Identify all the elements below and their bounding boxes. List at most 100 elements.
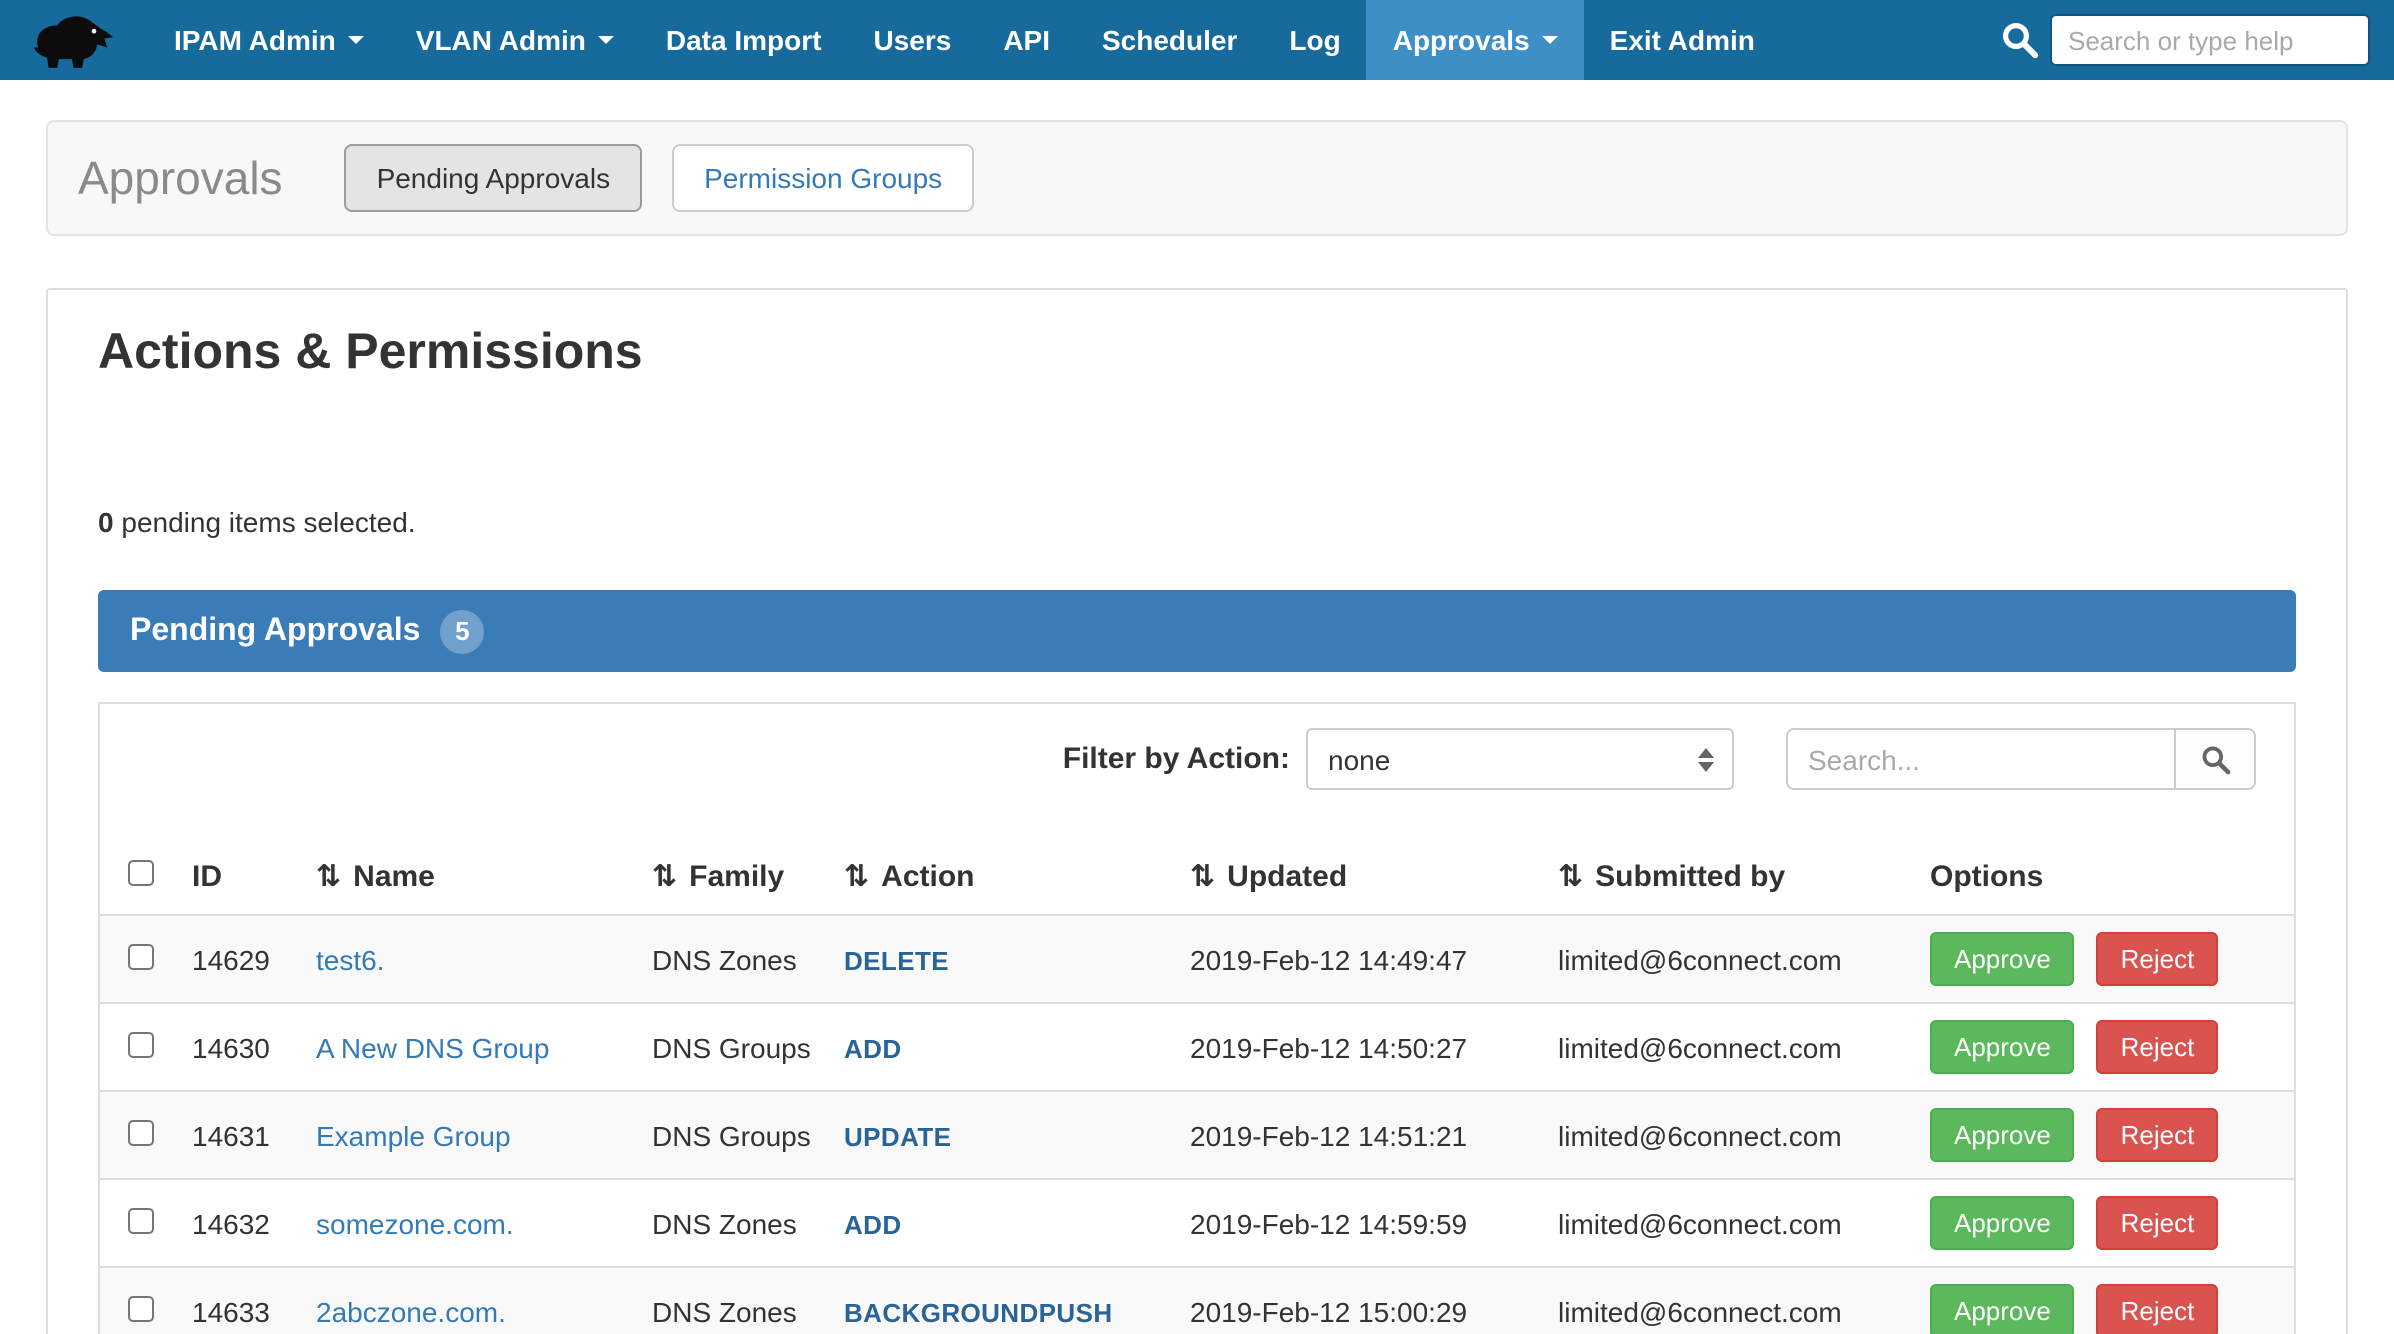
cell-submitted-by: limited@6connect.com [1538,1091,1910,1179]
cell-name-link[interactable]: somezone.com. [316,1207,514,1239]
cell-updated: 2019-Feb-12 14:50:27 [1170,1003,1538,1091]
nav-item-log[interactable]: Log [1263,0,1366,80]
nav-item-ipam-admin[interactable]: IPAM Admin [148,0,390,80]
cell-updated: 2019-Feb-12 14:51:21 [1170,1091,1538,1179]
approve-button[interactable]: Approve [1930,1196,2075,1250]
sort-icon: ⇅ [844,860,869,894]
cell-name-link[interactable]: test6. [316,943,385,975]
selected-count: 0 [98,506,114,538]
chevron-down-icon [1542,36,1558,44]
reject-button[interactable]: Reject [2097,932,2219,986]
table-row: 14629 test6. DNS Zones DELETE 2019-Feb-1… [100,915,2294,1003]
nav-menu: IPAM Admin VLAN Admin Data Import Users … [148,0,1781,80]
approve-button[interactable]: Approve [1930,1284,2075,1334]
navbar-spacer [1781,0,2000,80]
cell-action: UPDATE [844,1121,951,1151]
nav-item-users[interactable]: Users [847,0,977,80]
column-header-submitted-by[interactable]: ⇅Submitted by [1538,842,1910,915]
cell-updated: 2019-Feb-12 14:49:47 [1170,915,1538,1003]
reject-button[interactable]: Reject [2097,1284,2219,1334]
filter-action-select[interactable]: none [1306,728,1734,790]
provision-rhino-logo[interactable] [28,0,116,80]
permission-groups-tab-button[interactable]: Permission Groups [672,144,974,212]
pending-approvals-header: Pending Approvals 5 [98,590,2296,672]
selected-count-text: pending items selected. [121,506,415,538]
cell-id: 14629 [172,915,296,1003]
table-row: 14631 Example Group DNS Groups UPDATE 20… [100,1091,2294,1179]
pending-approvals-table: ID ⇅Name ⇅Family ⇅Action ⇅Updated ⇅Submi… [100,842,2294,1334]
nav-item-api[interactable]: API [977,0,1076,80]
column-header-name[interactable]: ⇅Name [296,842,632,915]
table-row: 14632 somezone.com. DNS Zones ADD 2019-F… [100,1179,2294,1267]
cell-action: ADD [844,1033,902,1063]
search-icon [2000,20,2040,60]
nav-item-label: Users [873,24,951,56]
nav-item-label: Scheduler [1102,24,1237,56]
table-search-button[interactable] [2176,728,2256,790]
page-section-title: Approvals [78,151,283,205]
top-navbar: IPAM Admin VLAN Admin Data Import Users … [0,0,2394,80]
approvals-subheader: Approvals Pending Approvals Permission G… [46,120,2348,236]
global-search-input[interactable] [2050,14,2370,66]
cell-id: 14633 [172,1267,296,1334]
row-checkbox[interactable] [128,1119,154,1145]
nav-item-data-import[interactable]: Data Import [640,0,848,80]
cell-id: 14632 [172,1179,296,1267]
column-header-id[interactable]: ID [172,842,296,915]
select-all-checkbox[interactable] [128,859,154,885]
filter-bar: Filter by Action: none [100,704,2294,814]
column-header-updated[interactable]: ⇅Updated [1170,842,1538,915]
table-row: 14630 A New DNS Group DNS Groups ADD 201… [100,1003,2294,1091]
cell-submitted-by: limited@6connect.com [1538,1267,1910,1334]
cell-family: DNS Zones [632,915,824,1003]
nav-item-scheduler[interactable]: Scheduler [1076,0,1263,80]
table-search-input[interactable] [1786,728,2176,790]
search-icon [2199,743,2231,775]
cell-submitted-by: limited@6connect.com [1538,1179,1910,1267]
reject-button[interactable]: Reject [2097,1196,2219,1250]
table-header-row: ID ⇅Name ⇅Family ⇅Action ⇅Updated ⇅Submi… [100,842,2294,915]
filter-action-selected-value: none [1328,743,1390,775]
approve-button[interactable]: Approve [1930,1020,2075,1074]
page-title: Actions & Permissions [98,322,2296,382]
reject-button[interactable]: Reject [2097,1020,2219,1074]
cell-name-link[interactable]: Example Group [316,1119,511,1151]
nav-item-label: IPAM Admin [174,24,336,56]
cell-name-link[interactable]: 2abczone.com. [316,1295,506,1327]
nav-item-label: Log [1289,24,1340,56]
rhino-logo-icon [28,10,116,70]
cell-id: 14630 [172,1003,296,1091]
cell-id: 14631 [172,1091,296,1179]
approve-button[interactable]: Approve [1930,1108,2075,1162]
nav-item-exit-admin[interactable]: Exit Admin [1584,0,1781,80]
cell-family: DNS Groups [632,1003,824,1091]
pending-approvals-tab-button[interactable]: Pending Approvals [345,144,643,212]
cell-name-link[interactable]: A New DNS Group [316,1031,549,1063]
cell-submitted-by: limited@6connect.com [1538,1003,1910,1091]
chevron-down-icon [598,36,614,44]
cell-family: DNS Zones [632,1179,824,1267]
global-search [2000,0,2370,80]
nav-item-vlan-admin[interactable]: VLAN Admin [390,0,640,80]
column-header-family[interactable]: ⇅Family [632,842,824,915]
filter-by-action-label: Filter by Action: [1063,742,1290,776]
row-checkbox[interactable] [128,1031,154,1057]
row-checkbox[interactable] [128,943,154,969]
approve-button[interactable]: Approve [1930,932,2075,986]
cell-action: DELETE [844,945,949,975]
sort-icon: ⇅ [316,860,341,894]
cell-action: BACKGROUNDPUSH [844,1297,1113,1327]
pending-approvals-table-box: Filter by Action: none [98,702,2296,1334]
row-checkbox[interactable] [128,1295,154,1321]
pending-approvals-header-title: Pending Approvals [130,613,420,649]
cell-submitted-by: limited@6connect.com [1538,915,1910,1003]
row-checkbox[interactable] [128,1207,154,1233]
nav-item-approvals[interactable]: Approvals [1367,0,1584,80]
table-search-group [1786,728,2256,790]
sort-icon: ⇅ [652,860,677,894]
actions-permissions-panel: Actions & Permissions 0 pending items se… [46,288,2348,1334]
column-header-action[interactable]: ⇅Action [824,842,1170,915]
cell-updated: 2019-Feb-12 14:59:59 [1170,1179,1538,1267]
select-arrows-icon [1698,747,1714,771]
reject-button[interactable]: Reject [2097,1108,2219,1162]
